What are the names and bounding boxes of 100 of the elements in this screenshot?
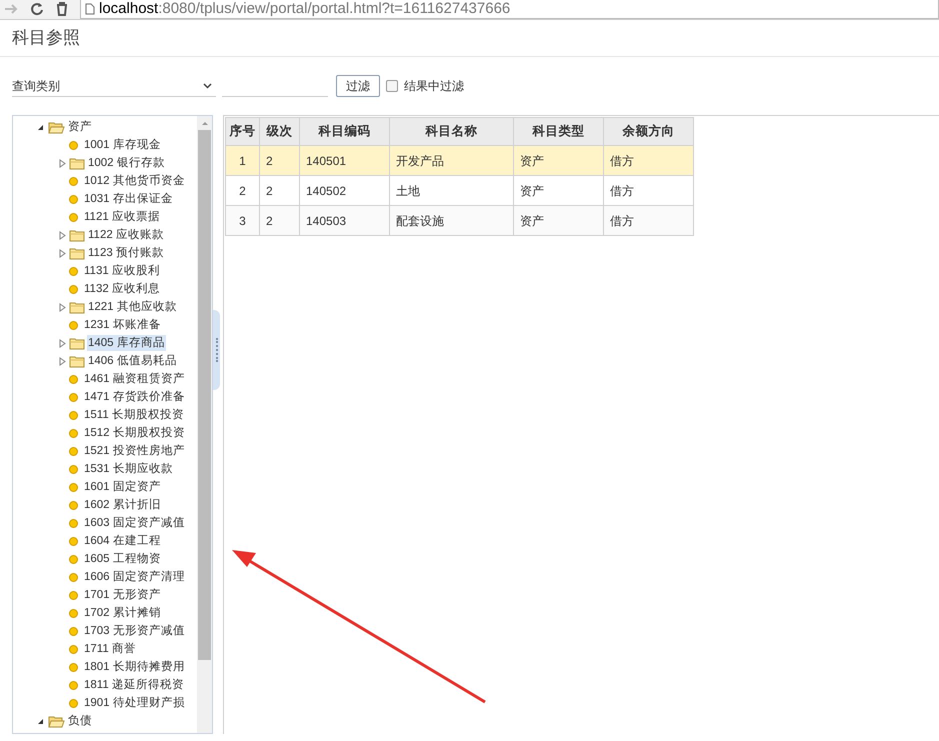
dot-icon bbox=[69, 500, 78, 510]
tree-item[interactable]: 1701 无形资产 bbox=[83, 587, 162, 603]
dot-icon bbox=[69, 518, 78, 528]
tree-item[interactable]: 1703 无形资产减值 bbox=[83, 623, 186, 639]
table-cell: 2 bbox=[260, 206, 300, 236]
dot-icon bbox=[69, 536, 78, 546]
dot-icon bbox=[69, 464, 78, 474]
collapsed-triangle-icon[interactable] bbox=[59, 356, 66, 366]
tree-item[interactable]: 1702 累计摊销 bbox=[83, 605, 162, 621]
table-row[interactable]: 1 2 140501 开发产品 资产 借方 bbox=[226, 146, 694, 176]
column-header[interactable]: 科目名称 bbox=[390, 118, 514, 146]
dot-icon bbox=[69, 284, 78, 294]
tree-item[interactable]: 1121 应收票据 bbox=[83, 209, 161, 225]
tree-item[interactable]: 资产 bbox=[67, 119, 93, 135]
tree-item[interactable]: 1531 长期应收款 bbox=[83, 461, 174, 477]
table-cell: 资产 bbox=[514, 206, 604, 236]
dot-icon bbox=[69, 608, 78, 618]
dot-icon bbox=[69, 266, 78, 276]
table-cell: 3 bbox=[226, 206, 260, 236]
tree-item[interactable]: 负债 bbox=[67, 713, 93, 729]
address-bar[interactable]: localhost:8080/tplus/view/portal/portal.html?t=1611627437666 bbox=[80, 0, 939, 19]
scrollbar-thumb[interactable] bbox=[198, 130, 211, 660]
collapsed-triangle-icon[interactable] bbox=[59, 338, 66, 348]
dot-icon bbox=[69, 410, 78, 420]
tree-item[interactable]: 1601 固定资产 bbox=[83, 479, 162, 495]
folder-icon bbox=[69, 246, 85, 260]
filter-button[interactable]: 过滤 bbox=[336, 75, 380, 97]
tree-item[interactable]: 1471 存货跌价准备 bbox=[83, 389, 186, 405]
dot-icon bbox=[69, 698, 78, 708]
dot-icon bbox=[69, 176, 78, 186]
folder-icon bbox=[69, 156, 85, 170]
dot-icon bbox=[69, 392, 78, 402]
tree-item[interactable]: 1012 其他货币资金 bbox=[83, 173, 186, 189]
tree-item[interactable]: 1123 预付账款 bbox=[87, 245, 165, 261]
dot-icon bbox=[69, 554, 78, 564]
tree-item[interactable]: 1801 长期待摊费用 bbox=[83, 659, 186, 675]
dot-icon bbox=[69, 644, 78, 654]
table-row[interactable]: 3 2 140503 配套设施 资产 借方 bbox=[226, 206, 694, 236]
tree-item[interactable]: 1001 库存现金 bbox=[83, 137, 162, 153]
tree-item[interactable]: 1604 在建工程 bbox=[83, 533, 162, 549]
collapsed-triangle-icon[interactable] bbox=[59, 230, 66, 240]
tree-item[interactable]: 1231 坏账准备 bbox=[83, 317, 162, 333]
dot-icon bbox=[69, 572, 78, 582]
dot-icon bbox=[69, 662, 78, 672]
chevron-down-icon bbox=[203, 82, 212, 88]
page-icon bbox=[85, 2, 95, 14]
tree-item[interactable]: 1605 工程物资 bbox=[83, 551, 162, 567]
dot-icon bbox=[69, 428, 78, 438]
collapsed-triangle-icon[interactable] bbox=[59, 248, 66, 258]
dot-icon bbox=[69, 626, 78, 636]
tree-item[interactable]: 1901 待处理财产损 bbox=[83, 695, 186, 711]
folder-icon bbox=[69, 300, 85, 314]
tree-item[interactable]: 1811 递延所得税资 bbox=[83, 677, 185, 693]
tree-item[interactable]: 1512 长期股权投资 bbox=[83, 425, 186, 441]
tree-item[interactable]: 1711 商誉 bbox=[83, 641, 137, 657]
checkbox[interactable] bbox=[386, 80, 398, 92]
expanded-triangle-icon[interactable] bbox=[37, 718, 44, 724]
column-header[interactable]: 序号 bbox=[226, 118, 260, 146]
collapsed-triangle-icon[interactable] bbox=[59, 158, 66, 168]
tree-item[interactable]: 1002 银行存款 bbox=[87, 155, 166, 171]
tree-item[interactable]: 1131 应收股利 bbox=[83, 263, 161, 279]
dot-icon bbox=[69, 194, 78, 204]
splitter-handle[interactable] bbox=[213, 310, 220, 390]
dot-icon bbox=[69, 212, 78, 222]
tree-item[interactable]: 1461 融资租赁资产 bbox=[83, 371, 186, 387]
dot-icon bbox=[69, 140, 78, 150]
scrollbar[interactable] bbox=[197, 116, 212, 733]
category-select[interactable]: 查询类别 bbox=[12, 75, 216, 97]
tree-item[interactable]: 1606 固定资产清理 bbox=[83, 569, 186, 585]
trash-icon[interactable] bbox=[56, 2, 68, 16]
dot-icon bbox=[69, 374, 78, 384]
dot-icon bbox=[69, 320, 78, 330]
dot-icon bbox=[69, 482, 78, 492]
url-text: localhost:8080/tplus/view/portal/portal.html?t=1611627437666 bbox=[99, 0, 510, 18]
open-folder-icon bbox=[48, 120, 65, 134]
dot-icon bbox=[69, 446, 78, 456]
tree-item[interactable]: 1521 投资性房地产 bbox=[83, 443, 186, 459]
collapsed-triangle-icon[interactable] bbox=[59, 302, 66, 312]
table-cell: 配套设施 bbox=[390, 206, 514, 236]
expanded-triangle-icon[interactable] bbox=[37, 124, 44, 130]
dot-icon bbox=[69, 680, 78, 690]
tree-item[interactable]: 1122 应收账款 bbox=[87, 227, 165, 243]
tree-item[interactable]: 1511 长期股权投资 bbox=[83, 407, 185, 423]
tree-item[interactable]: 1406 低值易耗品 bbox=[87, 353, 178, 369]
open-folder-icon bbox=[48, 714, 65, 728]
dot-icon bbox=[69, 590, 78, 600]
tree-item[interactable]: 1031 存出保证金 bbox=[83, 191, 174, 207]
reload-icon[interactable] bbox=[30, 2, 44, 16]
table-cell: 140503 bbox=[300, 206, 390, 236]
checkbox-label: 结果中过滤 bbox=[404, 78, 464, 95]
tree-item[interactable]: 1132 应收利息 bbox=[83, 281, 161, 297]
folder-icon bbox=[69, 228, 85, 242]
table-cell: 借方 bbox=[604, 206, 694, 236]
tree-item[interactable]: 1603 固定资产减值 bbox=[83, 515, 186, 531]
tree-item[interactable]: 1602 累计折旧 bbox=[83, 497, 162, 513]
folder-icon bbox=[69, 354, 85, 368]
tree-item[interactable]: 1221 其他应收款 bbox=[87, 299, 178, 315]
tree-item[interactable]: 1405 库存商品 bbox=[87, 335, 166, 351]
table-row[interactable]: 2 2 140502 土地 资产 借方 bbox=[226, 176, 694, 206]
dialog-title: 科目参照 bbox=[12, 27, 80, 50]
